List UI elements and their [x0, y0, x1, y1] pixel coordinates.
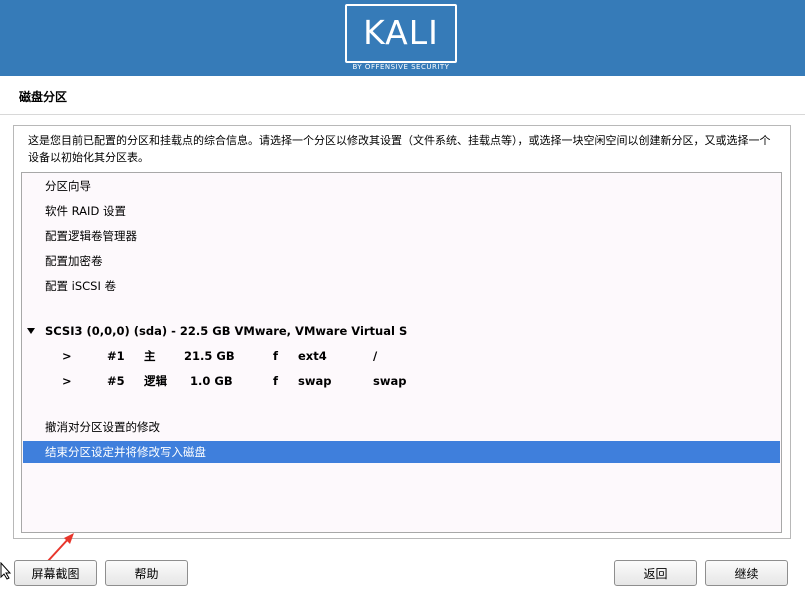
continue-button[interactable]: 继续	[705, 560, 788, 586]
screenshot-button[interactable]: 屏幕截图	[14, 560, 97, 586]
menu-item-label: 软件 RAID 设置	[45, 204, 126, 218]
menu-item-label: 配置 iSCSI 卷	[45, 279, 117, 293]
partition-size: 21.5 GB	[184, 349, 235, 363]
disk-label: SCSI3 (0,0,0) (sda) - 22.5 GB VMware, VM…	[45, 324, 408, 338]
partition-type: 主	[144, 349, 156, 363]
header-banner: KALI BY OFFENSIVE SECURITY	[0, 0, 805, 76]
menu-item-software-raid[interactable]: 软件 RAID 设置	[23, 200, 780, 222]
partition-mount: swap	[373, 374, 407, 388]
undo-changes-item[interactable]: 撤消对分区设置的修改	[23, 416, 780, 438]
menu-item-encrypted-volumes[interactable]: 配置加密卷	[23, 250, 780, 272]
title-bar: 磁盘分区	[0, 76, 805, 115]
partition-number: #1	[107, 349, 125, 363]
menu-item-partition-wizard[interactable]: 分区向导	[23, 175, 780, 197]
partition-marker: >	[62, 374, 72, 388]
partition-fs: ext4	[298, 349, 327, 363]
help-button[interactable]: 帮助	[105, 560, 188, 586]
undo-changes-label: 撤消对分区设置的修改	[45, 420, 160, 434]
disk-row-sda[interactable]: SCSI3 (0,0,0) (sda) - 22.5 GB VMware, VM…	[23, 320, 780, 342]
expand-triangle-icon	[27, 328, 35, 334]
partition-flag: f	[273, 349, 279, 363]
partition-size: 1.0 GB	[190, 374, 233, 388]
finish-partitioning-label: 结束分区设定并将修改写入磁盘	[45, 445, 206, 459]
partition-row[interactable]: > #1 主 21.5 GB f ext4 /	[23, 345, 780, 367]
menu-item-label: 分区向导	[45, 179, 91, 193]
menu-item-iscsi[interactable]: 配置 iSCSI 卷	[23, 275, 780, 297]
partition-number: #5	[107, 374, 125, 388]
partition-flag: f	[273, 374, 279, 388]
back-button[interactable]: 返回	[614, 560, 697, 586]
logo-text: KALI	[363, 13, 439, 52]
partition-marker: >	[62, 349, 72, 363]
menu-item-label: 配置加密卷	[45, 254, 103, 268]
partition-fs: swap	[298, 374, 332, 388]
partition-list[interactable]: 分区向导 软件 RAID 设置 配置逻辑卷管理器 配置加密卷 配置 iSCSI …	[21, 172, 782, 562]
description-text: 这是您目前已配置的分区和挂载点的综合信息。请选择一个分区以修改其设置（文件系统、…	[28, 134, 771, 164]
menu-item-label: 配置逻辑卷管理器	[45, 229, 137, 243]
partition-type: 逻辑	[144, 374, 167, 388]
page-title: 磁盘分区	[19, 90, 68, 104]
logo-subtitle: BY OFFENSIVE SECURITY	[352, 63, 450, 71]
mouse-cursor-icon	[0, 562, 12, 580]
partition-mount: /	[373, 349, 378, 363]
kali-logo: KALI BY OFFENSIVE SECURITY	[345, 4, 457, 76]
partition-row[interactable]: > #5 逻辑 1.0 GB f swap swap	[23, 370, 780, 392]
finish-partitioning-item[interactable]: 结束分区设定并将修改写入磁盘	[23, 441, 780, 463]
content-frame: 这是您目前已配置的分区和挂载点的综合信息。请选择一个分区以修改其设置（文件系统、…	[13, 125, 791, 562]
menu-item-lvm[interactable]: 配置逻辑卷管理器	[23, 225, 780, 247]
